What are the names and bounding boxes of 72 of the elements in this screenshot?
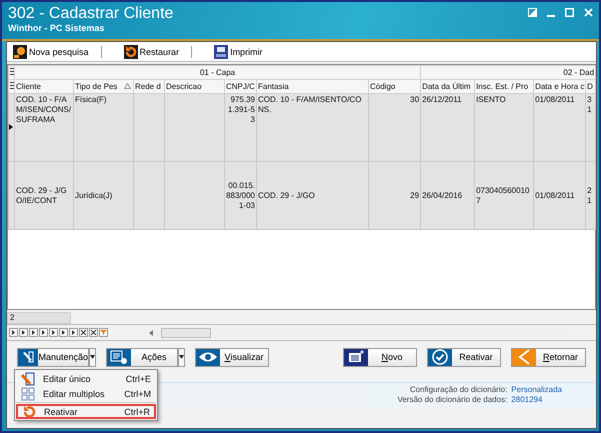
magnifier-icon — [13, 44, 27, 58]
status-value: 2801294 — [511, 395, 544, 405]
table-cell: ISENTO — [476, 95, 506, 104]
column-header[interactable]: Insc. Est. / Pro — [474, 80, 534, 94]
column-chooser-icon[interactable] — [10, 82, 14, 89]
table-cell: 0730405600107 — [476, 186, 530, 204]
column-header[interactable]: Data e Hora c — [534, 80, 586, 94]
band-header: 01 - Capa — [14, 66, 421, 80]
column-header[interactable]: Cliente — [14, 80, 74, 94]
status-label: Configuração do dicionário: — [408, 385, 508, 395]
new-button[interactable]: Novo — [343, 348, 417, 366]
column-header[interactable]: Descricao — [164, 80, 224, 94]
table-cell: 26/12/2011 — [422, 95, 462, 104]
grid-icon — [21, 386, 35, 400]
actions-button[interactable]: Ações — [106, 348, 178, 366]
column-header[interactable]: Tipo de Pes — [74, 80, 134, 94]
menu-item[interactable]: Reativar Ctrl+R — [16, 404, 156, 419]
column-header[interactable]: Código — [368, 80, 421, 94]
column-header[interactable]: Data da Últim — [420, 80, 475, 94]
table-cell: 3 1 — [587, 95, 592, 114]
status-label: Versão do dicionário de dados: — [397, 395, 508, 405]
table-cell: 26/04/2016 — [422, 190, 462, 200]
table-cell: 01/08/2011 — [535, 190, 575, 200]
maintenance-button[interactable]: Manutenção — [17, 348, 89, 366]
restore-window-icon[interactable] — [528, 8, 537, 17]
table-cell: 30 — [410, 95, 420, 104]
sort-arrow-icon — [124, 83, 131, 89]
scroll-left-icon[interactable] — [149, 330, 153, 336]
scrollbar-thumb[interactable] — [161, 328, 211, 338]
pencil-icon — [21, 372, 35, 386]
table-cell: Jurídica(J) — [75, 190, 112, 200]
menu-item[interactable]: Editar único Ctrl+E — [16, 371, 156, 386]
table-cell: 29 — [410, 190, 420, 200]
maximize-icon[interactable] — [565, 8, 574, 17]
table-cell: COD. 29 - J/GO — [258, 190, 315, 200]
status-value: Personalizada — [511, 385, 562, 395]
table-cell: 2 1 — [587, 186, 592, 204]
table-cell: COD. 10 - F/AM/ISEN/CONS/SUFRAMA — [16, 95, 72, 124]
toolbar-button[interactable]: Nova pesquisa — [11, 44, 91, 58]
column-chooser-icon[interactable] — [10, 68, 14, 75]
table-cell: Física(F) — [75, 95, 107, 104]
toolbar-button[interactable]: Imprimir — [212, 44, 265, 58]
eye-icon — [196, 348, 220, 366]
window-title: 302 - Cadastrar Cliente — [8, 5, 174, 23]
back-chevron-icon — [512, 348, 536, 366]
nav-nextpage-icon[interactable] — [49, 328, 58, 337]
table-cell: COD. 29 - J/GO/IE/CONT — [16, 186, 67, 204]
return-button[interactable]: Retornar — [511, 348, 586, 366]
printer-icon — [214, 44, 228, 58]
column-header[interactable]: Fantasia — [256, 80, 368, 94]
table-cell: 975.391.391-53 — [228, 95, 255, 124]
table-cell: 00.015.883/0001-03 — [226, 180, 255, 210]
toolbar-button[interactable]: Restaurar — [122, 44, 182, 58]
nav-cancel-icon[interactable] — [79, 328, 88, 337]
checkmark-icon — [428, 348, 452, 366]
refresh-icon — [124, 44, 138, 58]
list-gear-icon — [107, 348, 131, 366]
reactivate-button[interactable]: Reativar — [427, 348, 501, 366]
view-button[interactable]: Visualizar — [195, 348, 269, 366]
form-icon — [344, 348, 368, 366]
table-cell: COD. 10 - F/AM/ISENTO/CONS. — [258, 95, 362, 114]
close-icon[interactable] — [584, 8, 593, 17]
refresh-icon — [22, 404, 36, 418]
column-header[interactable]: CNPJ/C — [224, 80, 256, 94]
menu-item[interactable]: Editar multiplos Ctrl+M — [16, 386, 156, 401]
window-subtitle: Winthor - PC Sistemas — [8, 23, 106, 33]
table-cell: 01/08/2011 — [535, 95, 575, 104]
pencil-icon — [18, 348, 38, 366]
column-header[interactable]: Rede d — [134, 80, 164, 94]
record-count: 2 — [7, 312, 71, 324]
nav-next-icon[interactable] — [39, 328, 48, 337]
band-header: 02 - Dad — [420, 66, 596, 80]
